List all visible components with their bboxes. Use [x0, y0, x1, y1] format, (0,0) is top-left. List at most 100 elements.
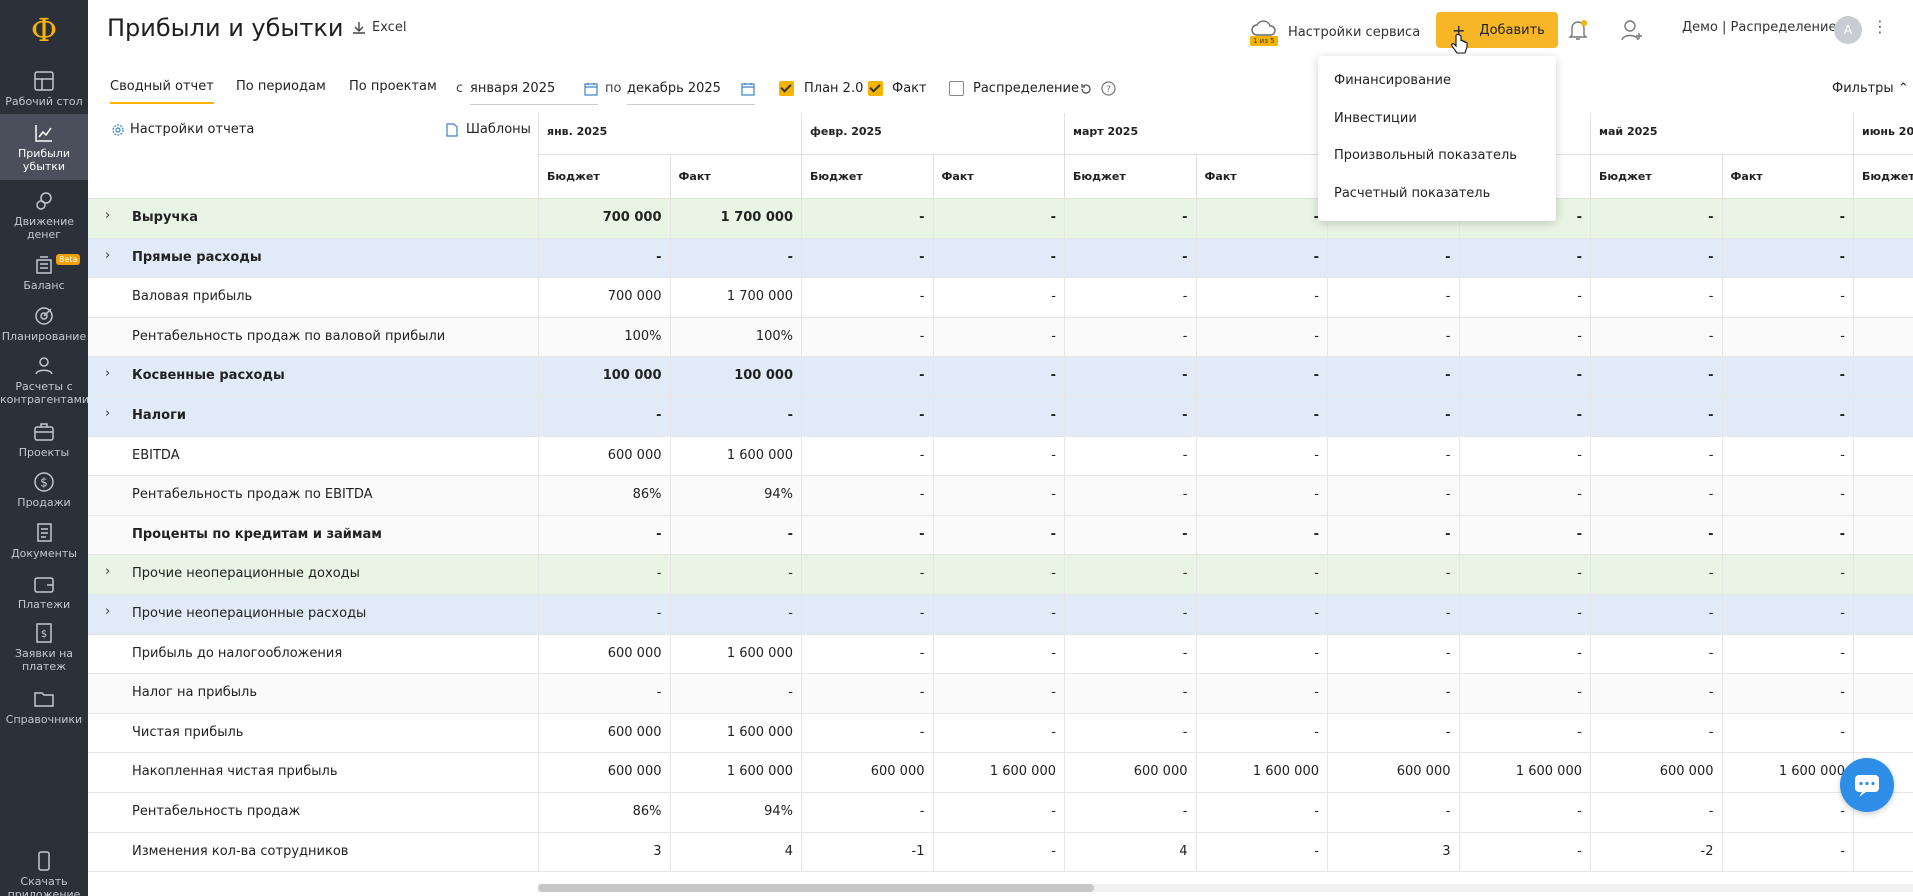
fact-label: Факт — [892, 81, 927, 96]
table-cell: 1 600 000 — [669, 713, 802, 753]
table-row[interactable]: › Косвенные расходы 100 000 100 000- - - - - - - -… — [88, 357, 1913, 397]
table-cell: - — [1458, 555, 1591, 594]
sidebar-item-dashboard[interactable]: Рабочий стол — [0, 70, 88, 108]
table-cell: - — [1195, 595, 1328, 634]
table-cell: - — [801, 674, 933, 713]
sidebar-item-money-flow[interactable]: Движение денег — [0, 190, 88, 241]
sidebar-item-balance[interactable]: Beta Баланс — [0, 254, 88, 292]
fact-checkbox[interactable] — [868, 81, 883, 96]
table-cell: - — [801, 713, 933, 753]
pnl-table: янв. 2025 Бюджет Факт февр. 2025 Бюджет Факт м… — [88, 113, 1913, 873]
distribution-checkbox[interactable] — [949, 81, 964, 96]
table-cell: - — [1721, 357, 1854, 396]
plan-checkbox[interactable] — [779, 81, 794, 96]
table-cell: - — [801, 634, 933, 674]
menu-item-investments[interactable]: Инвестиции — [1334, 111, 1417, 126]
table-cell: - — [1853, 238, 1913, 278]
table-cell: - — [801, 357, 933, 396]
table-cell: 4 — [1064, 832, 1196, 872]
table-cell: - — [801, 317, 933, 357]
table-cell: - — [1064, 793, 1196, 832]
sidebar-item-directories[interactable]: Справочники — [0, 688, 88, 726]
chat-button[interactable] — [1840, 758, 1894, 812]
menu-item-calculated-indicator[interactable]: Расчетный показатель — [1334, 186, 1490, 201]
download-app-link[interactable]: Скачать приложение — [0, 850, 88, 896]
table-cell: - — [1721, 595, 1854, 634]
date-to-field[interactable]: декабрь 2025 — [627, 75, 755, 105]
sidebar-item-contractors[interactable]: Расчеты с контрагентами — [0, 355, 90, 406]
chevron-right-icon[interactable]: › — [105, 248, 110, 263]
table-row[interactable]: › Прочие неоперационные расходы - - - - - - - - - -… — [88, 595, 1913, 635]
sidebar-item-projects[interactable]: Проекты — [0, 421, 88, 459]
date-from-label: с — [456, 81, 464, 96]
table-cell: - — [1721, 713, 1854, 753]
table-cell: - — [1590, 436, 1722, 476]
table-cell: - — [1195, 317, 1328, 357]
table-cell: - — [932, 595, 1065, 634]
chevron-right-icon[interactable]: › — [105, 406, 110, 421]
service-settings-button[interactable]: 1 из 5 Настройки сервиса — [1250, 18, 1420, 46]
sidebar-item-sales[interactable]: $ Продажи — [0, 471, 88, 509]
bell-icon[interactable] — [1567, 18, 1589, 42]
horizontal-scrollbar[interactable] — [538, 884, 1913, 892]
table-cell: - — [1327, 397, 1459, 436]
sidebar-item-payment-requests[interactable]: $ Заявки на платеж — [0, 622, 88, 673]
menu-item-custom-indicator[interactable]: Произвольный показатель — [1334, 148, 1517, 163]
cloud-icon: 1 из 5 — [1250, 18, 1278, 46]
sidebar-item-label: Рабочий стол — [5, 95, 83, 108]
help-icon[interactable]: ? — [1101, 81, 1116, 96]
date-from-value: января 2025 — [470, 81, 556, 96]
table-cell: - — [669, 238, 802, 278]
excel-label: Excel — [372, 20, 407, 35]
tab-summary-report[interactable]: Сводный отчет — [110, 79, 214, 104]
chat-icon — [1855, 775, 1879, 797]
table-cell: - — [1590, 515, 1722, 555]
reset-icon[interactable] — [1079, 82, 1093, 96]
budget-column-header: Бюджет — [1064, 155, 1196, 199]
table-cell: - — [538, 397, 670, 436]
table-row[interactable]: ›Выручка700 0001 700 000--------- — [88, 199, 1913, 239]
table-row[interactable]: ›Налоги----------- — [88, 397, 1913, 437]
report-settings-button[interactable]: Настройки отчета — [111, 122, 254, 137]
distribution-label: Распределение — [973, 81, 1079, 96]
more-menu-icon[interactable]: ⋮ — [1872, 17, 1888, 36]
sidebar-item-documents[interactable]: Документы — [0, 522, 88, 560]
filters-toggle[interactable]: Фильтры ⌃ — [1832, 81, 1909, 96]
chevron-right-icon[interactable]: › — [105, 564, 110, 579]
table-cell: - — [932, 278, 1065, 317]
sidebar-item-label: Расчеты с контрагентами — [0, 380, 90, 406]
date-to-label: по — [605, 81, 622, 96]
avatar[interactable]: А — [1834, 16, 1862, 44]
tab-by-periods[interactable]: По периодам — [236, 79, 326, 94]
table-cell: - — [1590, 238, 1722, 278]
fact-column-header: Факт — [1721, 155, 1854, 199]
date-from-field[interactable]: января 2025 — [470, 75, 598, 105]
table-row[interactable]: ›Прочие неоперационные доходы----------- — [88, 555, 1913, 595]
plan-label: План 2.0 — [804, 81, 864, 96]
table-row[interactable]: ›Прямые расходы----------- — [88, 238, 1913, 279]
table-cell: - — [1721, 793, 1854, 832]
sidebar-item-planning[interactable]: Планирование — [0, 305, 88, 343]
table-cell: - — [669, 595, 802, 634]
menu-item-financing[interactable]: Финансирование — [1334, 73, 1451, 88]
service-settings-label: Настройки сервиса — [1288, 24, 1421, 40]
excel-export-button[interactable]: Excel — [352, 20, 406, 35]
table-cell: - — [1327, 238, 1459, 278]
sidebar-item-payments[interactable]: Платежи — [0, 573, 88, 611]
account-name[interactable]: Демо | Распределение — [1682, 20, 1837, 35]
sidebar-item-profit[interactable]: Прибыли убытки — [0, 114, 88, 180]
chevron-right-icon[interactable]: › — [105, 208, 110, 223]
table-cell: - — [1590, 357, 1722, 396]
table-cell: 3 — [538, 832, 670, 872]
table-row: Чистая прибыль 600 000 1 600 000- - - - - - - - — [88, 713, 1913, 754]
chevron-right-icon[interactable]: › — [105, 604, 110, 619]
chevron-right-icon[interactable]: › — [105, 366, 110, 381]
table-cell: - — [932, 436, 1065, 476]
templates-button[interactable]: Шаблоны — [446, 122, 531, 137]
add-user-icon[interactable] — [1620, 18, 1644, 42]
tab-by-projects[interactable]: По проектам — [349, 79, 437, 94]
table-cell: - — [538, 674, 670, 713]
gear-icon — [112, 123, 124, 136]
sidebar-item-label: Справочники — [5, 713, 83, 726]
scrollbar-thumb[interactable] — [538, 884, 1094, 892]
